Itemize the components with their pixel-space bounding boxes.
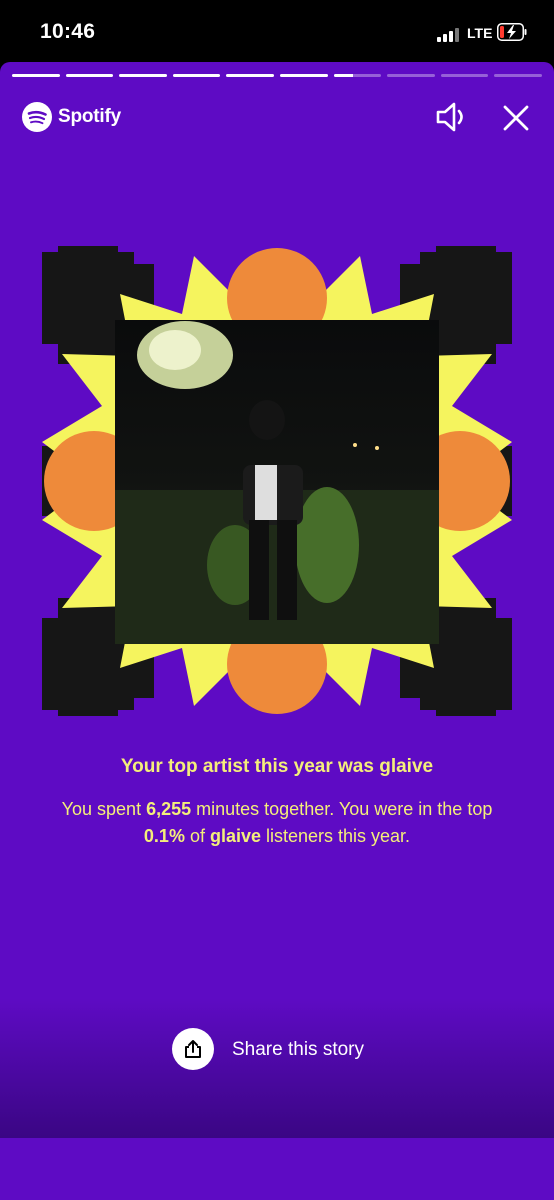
progress-segment [333, 74, 382, 77]
progress-segment [440, 74, 489, 77]
desc-text-1: You spent [61, 799, 147, 819]
network-type: LTE [467, 25, 493, 41]
progress-segment [226, 74, 274, 77]
top-artist-headline: Your top artist this year was glaive [120, 756, 434, 777]
minutes-value: 6,255 [146, 799, 192, 819]
artist-photo [115, 320, 439, 644]
story-progress [12, 74, 542, 77]
share-bar [0, 998, 554, 1138]
battery-charging-icon [497, 23, 527, 41]
share-button[interactable] [172, 1028, 214, 1070]
signal-icon [437, 26, 463, 42]
progress-segment [12, 74, 60, 77]
spotify-brand: Spotify [22, 102, 121, 132]
desc-text-4: listeners this year. [261, 826, 411, 846]
share-icon [185, 1040, 201, 1058]
progress-segment [119, 74, 167, 77]
spotify-logo-icon [22, 102, 52, 132]
progress-segment [494, 74, 542, 77]
status-time: 10:46 [40, 20, 96, 43]
desc-text-3: of [184, 826, 210, 846]
progress-segment [279, 74, 328, 77]
progress-segment [387, 74, 435, 77]
brand-name: Spotify [58, 106, 121, 127]
speaker-icon[interactable] [434, 100, 470, 134]
share-label[interactable]: Share this story [232, 1039, 364, 1061]
artist-name: glaive [209, 826, 261, 846]
status-bar: 10:46 LTE [0, 0, 554, 62]
close-icon[interactable] [500, 102, 532, 134]
top-artist-description: You spent 6,255 minutes together. You we… [40, 796, 514, 850]
progress-segment [65, 74, 114, 77]
percent-value: 0.1% [143, 826, 185, 846]
desc-text-2: minutes together. You were in the top [191, 799, 493, 819]
progress-segment [172, 74, 221, 77]
